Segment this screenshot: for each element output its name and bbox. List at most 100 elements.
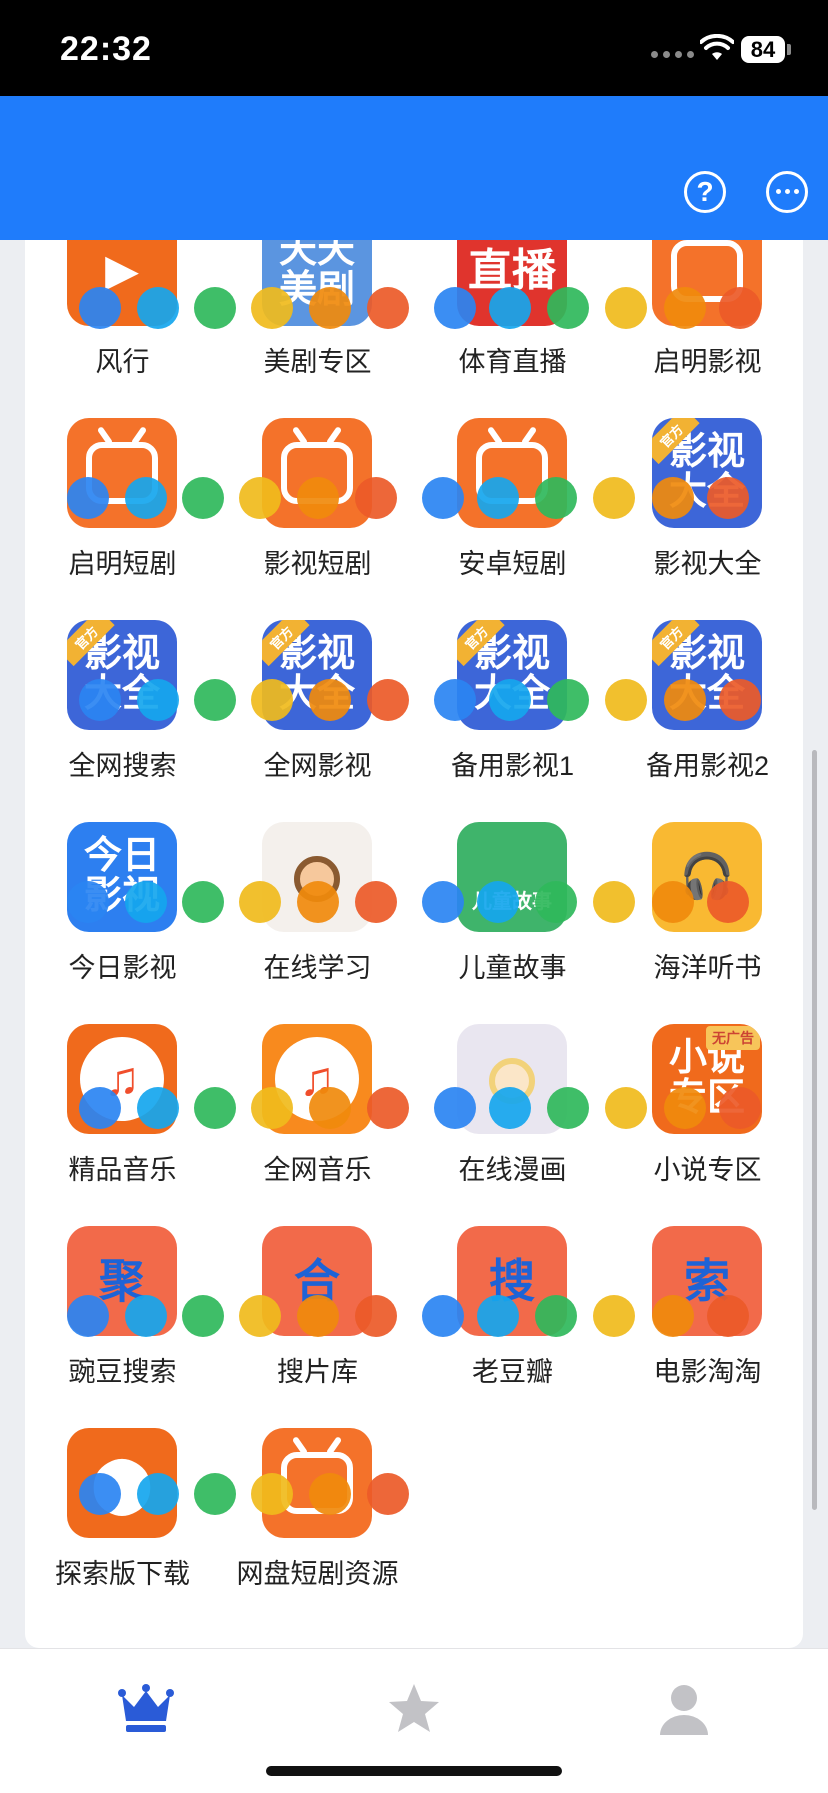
app-tile[interactable]: 影视 大全 官方全网搜索 bbox=[25, 620, 220, 820]
app-label: 备用影视2 bbox=[645, 751, 770, 781]
app-icon-text: 今日 影视 bbox=[83, 835, 160, 917]
scrollbar[interactable] bbox=[812, 750, 817, 1510]
app-tile[interactable]: 影视 大全 官方影视大全 bbox=[610, 418, 803, 618]
app-icon[interactable]: 合 bbox=[262, 1226, 372, 1336]
app-label: 安卓短剧 bbox=[458, 549, 567, 579]
app-tile[interactable]: 影视 大全 官方备用影视1 bbox=[415, 620, 610, 820]
tv-icon bbox=[86, 442, 158, 504]
app-tile[interactable]: 在线学习 bbox=[220, 822, 415, 1022]
app-icon[interactable] bbox=[262, 1428, 372, 1538]
battery-tip bbox=[787, 44, 791, 55]
app-tile[interactable]: 影视短剧 bbox=[220, 418, 415, 618]
app-tile[interactable]: 🎧 海洋听书 bbox=[610, 822, 803, 1022]
app-tile[interactable]: 网盘短剧资源 bbox=[220, 1428, 415, 1628]
app-icon-text: 索 bbox=[684, 1255, 730, 1307]
app-icon[interactable] bbox=[457, 1024, 567, 1134]
app-tile[interactable]: 今日 影视 今日影视 bbox=[25, 822, 220, 1022]
app-label: 在线漫画 bbox=[458, 1155, 567, 1185]
app-icon[interactable]: 影视 大全 官方 bbox=[457, 620, 567, 730]
battery-icon: 84 bbox=[741, 36, 785, 63]
app-label: 今日影视 bbox=[68, 953, 177, 983]
app-tile[interactable]: ♫ 全网音乐 bbox=[220, 1024, 415, 1224]
app-icon[interactable]: 影视 大全 官方 bbox=[652, 620, 762, 730]
app-tile[interactable]: 儿童故事 儿童故事 bbox=[415, 822, 610, 1022]
app-tile[interactable]: 启明短剧 bbox=[25, 418, 220, 618]
app-icon[interactable]: 天天 美剧 bbox=[262, 240, 372, 326]
headphones-book-icon: 🎧 bbox=[679, 852, 735, 901]
app-icon[interactable] bbox=[457, 418, 567, 528]
cellular-signal-icon bbox=[651, 51, 694, 58]
app-tile[interactable]: 聚豌豆搜索 bbox=[25, 1226, 220, 1426]
app-tile[interactable]: 安卓短剧 bbox=[415, 418, 610, 618]
app-icon[interactable] bbox=[262, 418, 372, 528]
app-header: ? bbox=[0, 96, 828, 240]
app-tile[interactable]: 小说 专区 无广告小说专区 bbox=[610, 1024, 803, 1224]
app-icon[interactable]: ♫ bbox=[262, 1024, 372, 1134]
app-icon[interactable]: 聚 bbox=[67, 1226, 177, 1336]
app-icon[interactable]: 搜 bbox=[457, 1226, 567, 1336]
app-icon-text: 天天 美剧 bbox=[278, 240, 355, 311]
app-label: 备用影视1 bbox=[450, 751, 575, 781]
app-tile[interactable]: 搜老豆瓣 bbox=[415, 1226, 610, 1426]
app-label: 启明短剧 bbox=[68, 549, 177, 579]
app-icon-text: 小说 专区 bbox=[668, 1037, 745, 1119]
app-icon[interactable]: 直播 bbox=[457, 240, 567, 326]
tv-icon bbox=[476, 442, 548, 504]
app-icon[interactable]: ▶ bbox=[67, 240, 177, 326]
app-tile[interactable]: 在线漫画 bbox=[415, 1024, 610, 1224]
app-icon[interactable]: 索 bbox=[652, 1226, 762, 1336]
chat-icon[interactable] bbox=[766, 171, 808, 213]
app-tile[interactable]: 合搜片库 bbox=[220, 1226, 415, 1426]
music-note-icon: ♫ bbox=[275, 1037, 359, 1121]
status-time: 22:32 bbox=[60, 30, 152, 68]
home-indicator bbox=[266, 1766, 562, 1776]
app-icon[interactable]: 儿童故事 bbox=[457, 822, 567, 932]
tab-profile-person-icon[interactable] bbox=[654, 1679, 714, 1739]
app-label: 海洋听书 bbox=[653, 953, 762, 983]
tv-icon bbox=[281, 442, 353, 504]
app-tile[interactable]: 启明影视 bbox=[610, 240, 803, 416]
anime-girl-icon bbox=[457, 1024, 567, 1134]
tab-favorites-star-icon[interactable] bbox=[384, 1679, 444, 1739]
tab-home-crown-icon[interactable] bbox=[116, 1679, 176, 1739]
app-icon[interactable]: ♫ bbox=[67, 1024, 177, 1134]
app-tile[interactable]: 影视 大全 官方 全网影视 bbox=[220, 620, 415, 820]
app-icon-text: 搜 bbox=[489, 1255, 535, 1307]
app-tile[interactable]: 直播 体育直播 bbox=[415, 240, 610, 416]
tv-icon bbox=[281, 1452, 353, 1514]
app-tile[interactable]: 天天 美剧 美剧专区 bbox=[220, 240, 415, 416]
app-label: 搜片库 bbox=[277, 1357, 358, 1387]
app-label: 在线学习 bbox=[263, 953, 372, 983]
app-tile[interactable]: ▶ 风行 bbox=[25, 240, 220, 416]
app-icon[interactable] bbox=[652, 240, 762, 326]
app-grid-card: ▶ 风行 天天 美剧 美剧专区 直播 体育直播 启明影视 启明短剧 影视短剧 安卓短剧 影视 大全官… bbox=[25, 240, 803, 1648]
ad-free-badge: 无广告 bbox=[706, 1026, 760, 1050]
app-label: 全网音乐 bbox=[263, 1155, 372, 1185]
app-icon[interactable]: 🎧 bbox=[652, 822, 762, 932]
app-icon[interactable]: 今日 影视 bbox=[67, 822, 177, 932]
help-icon[interactable]: ? bbox=[684, 171, 726, 213]
app-label: 全网搜索 bbox=[68, 751, 177, 781]
app-tile[interactable]: ♫ 精品音乐 bbox=[25, 1024, 220, 1224]
app-icon[interactable]: 小说 专区 无广告 bbox=[652, 1024, 762, 1134]
app-icon[interactable] bbox=[67, 418, 177, 528]
app-icon[interactable] bbox=[262, 822, 372, 932]
app-tile[interactable]: 索电影淘淘 bbox=[610, 1226, 803, 1426]
app-icon[interactable]: 影视 大全 官方 bbox=[67, 620, 177, 730]
app-label: 影视大全 bbox=[653, 549, 762, 579]
wifi-icon bbox=[700, 34, 734, 60]
app-label: 老豆瓣 bbox=[472, 1357, 553, 1387]
app-tile[interactable]: 影视 大全 官方备用影视2 bbox=[610, 620, 803, 820]
app-label: 影视短剧 bbox=[263, 549, 372, 579]
app-icon[interactable]: 影视 大全 官方 bbox=[652, 418, 762, 528]
tv-icon bbox=[671, 240, 743, 302]
app-label: 网盘短剧资源 bbox=[236, 1559, 399, 1589]
app-icon[interactable]: ⬤ bbox=[67, 1428, 177, 1538]
app-icon[interactable]: 影视 大全 官方 bbox=[262, 620, 372, 730]
app-label: 体育直播 bbox=[458, 347, 567, 377]
download-chat-icon: ⬤ bbox=[90, 1451, 154, 1514]
play-logo-icon: ▶ bbox=[105, 246, 139, 295]
app-tile[interactable]: ⬤ 探索版下载 bbox=[25, 1428, 220, 1628]
app-label: 小说专区 bbox=[653, 1155, 762, 1185]
student-avatar-icon bbox=[262, 822, 372, 932]
